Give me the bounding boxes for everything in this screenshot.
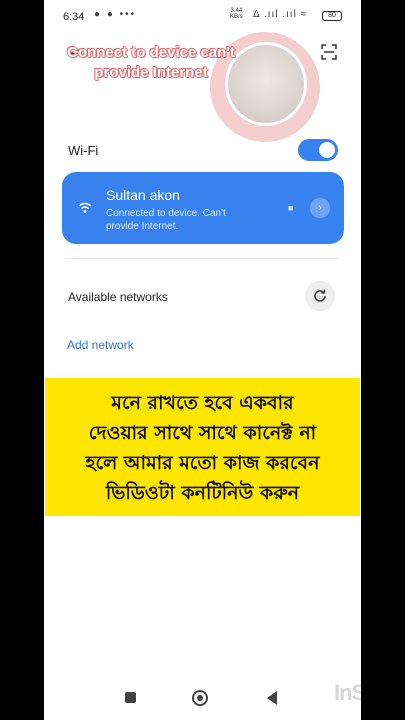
add-network-link[interactable]: Add network [67, 338, 134, 352]
notification-icons: ● ● ••• [94, 9, 137, 20]
system-nav-bar [44, 682, 361, 720]
phone-screen: 6:34 ● ● ••• 3.44 KB/s Δ .ııl .ııl ≈ 80 … [44, 0, 361, 720]
banner-line-4: ভিডিওটা কনটিনিউ করুন [105, 482, 300, 504]
banner-line-1: মনে রাখতে হবে একবার [111, 392, 294, 414]
refresh-icon [314, 289, 326, 302]
status-time: 6:34 [63, 11, 85, 23]
wifi-toggle[interactable] [298, 139, 338, 161]
bengali-caption-banner: মনে রাখতে হবে একবার দেওয়ার সাথে সাথে কা… [45, 378, 360, 516]
network-speed-unit: KB/s [230, 14, 243, 20]
battery-icon: 80 [322, 11, 342, 21]
connected-network-card[interactable]: Sultan akon Connected to device. Can't p… [62, 172, 344, 244]
video-avatar [225, 42, 307, 126]
refresh-button[interactable] [305, 281, 335, 311]
network-ssid: Sultan akon [106, 187, 180, 203]
network-status: Connected to device. Can't provide Inter… [106, 208, 226, 232]
network-details-chevron-icon[interactable]: › [310, 198, 330, 218]
overlay-caption: Connect to device can't provide Internet [67, 44, 235, 81]
qr-scan-icon[interactable] [321, 44, 337, 60]
available-networks-label: Available networks [68, 290, 168, 304]
recents-icon[interactable] [125, 692, 136, 703]
banner-line-3: হলে আমার মতো কাজ করবেন [85, 452, 320, 474]
wifi-label: Wi-Fi [68, 143, 99, 158]
divider [66, 258, 338, 259]
toggle-knob [319, 142, 335, 158]
nav-back-icon[interactable] [267, 691, 277, 705]
lock-icon: ■ [288, 203, 294, 213]
inshot-watermark: InShOt [334, 680, 361, 705]
signal-wifi-icons: Δ .ııl .ııl ≈ [253, 9, 308, 20]
status-bar: 6:34 ● ● ••• 3.44 KB/s Δ .ııl .ııl ≈ 80 [44, 0, 361, 34]
banner-line-2: দেওয়ার সাথে সাথে কানেক্ট না [88, 422, 317, 444]
wifi-signal-icon [78, 202, 92, 213]
home-icon[interactable] [192, 690, 208, 706]
network-speed: 3.44 KB/s [230, 8, 243, 20]
